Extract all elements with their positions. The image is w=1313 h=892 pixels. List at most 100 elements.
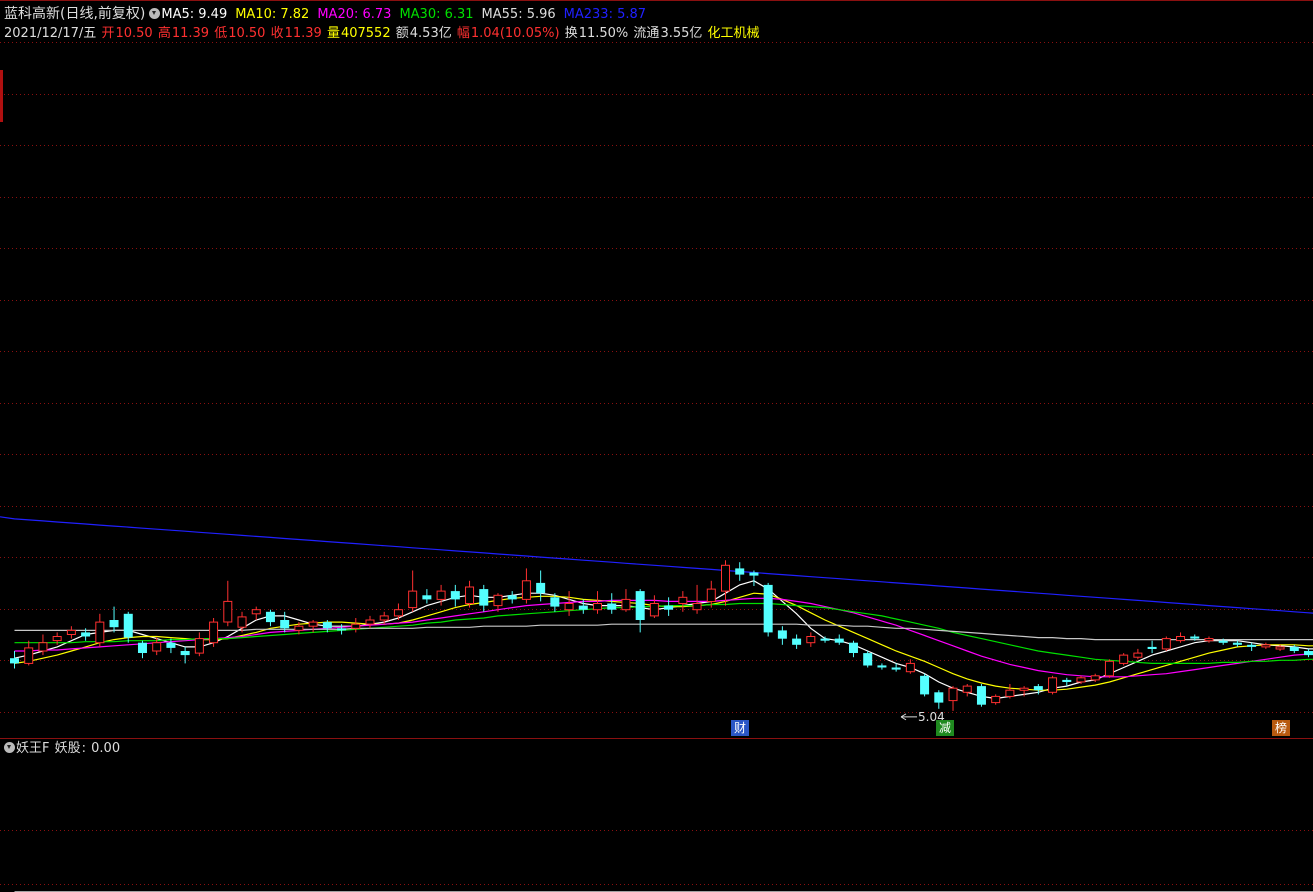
candle-body-down xyxy=(137,642,147,653)
ma-lines xyxy=(0,516,1313,700)
candle xyxy=(607,593,617,614)
candle-body-down xyxy=(1247,644,1257,647)
candle xyxy=(10,651,19,669)
candle-body-up xyxy=(1005,689,1015,697)
candle xyxy=(166,638,176,654)
candle xyxy=(905,659,915,674)
volume-label: 量 xyxy=(326,26,340,41)
candle-body-down xyxy=(1062,679,1072,682)
candle xyxy=(251,606,261,620)
turnover-label: 换 xyxy=(564,26,578,41)
candle-body-up xyxy=(1176,636,1186,642)
candle-body-down xyxy=(1304,651,1313,656)
candle xyxy=(1119,653,1129,666)
candle xyxy=(635,589,645,633)
price-grid xyxy=(0,0,1313,885)
candle-body-down xyxy=(763,584,773,633)
marker-list[interactable]: 榜 xyxy=(1272,720,1291,736)
price-annotations: 11.395.04 xyxy=(900,710,945,724)
candle-body-down xyxy=(280,620,290,629)
candle-body-up xyxy=(706,588,716,602)
candle-body-down xyxy=(450,591,460,600)
header-line-2: 2021/12/17/五 开10.50 高11.39 低10.50 收11.39… xyxy=(4,26,761,42)
candle xyxy=(920,673,930,697)
candle xyxy=(422,589,432,604)
candle xyxy=(393,603,403,620)
candle-body-down xyxy=(792,638,802,645)
candle-body-down xyxy=(422,595,432,600)
quote-date: 2021/12/17/五 xyxy=(4,26,97,41)
candle-body-down xyxy=(735,568,745,575)
candle xyxy=(351,618,361,633)
indicator-label: 妖股 xyxy=(54,741,81,756)
candle xyxy=(962,684,972,697)
candle-body-down xyxy=(848,642,858,653)
candle xyxy=(1247,642,1257,651)
candle-body-up xyxy=(721,564,730,592)
candle-body-down xyxy=(578,605,588,610)
pane-separator[interactable] xyxy=(0,738,1313,739)
candle-body-up xyxy=(593,603,603,611)
candle xyxy=(465,580,475,608)
candle-body-up xyxy=(393,609,403,617)
candle-body-down xyxy=(1218,640,1228,643)
candle xyxy=(24,640,34,666)
candle xyxy=(1005,684,1015,699)
candle-body-up xyxy=(194,638,204,654)
indicator-dropdown-icon[interactable] xyxy=(4,742,15,753)
candle-body-up xyxy=(692,603,702,611)
candle xyxy=(1104,659,1114,678)
candle-body-down xyxy=(891,667,901,670)
candle-body-down xyxy=(123,613,133,638)
candle xyxy=(792,634,802,649)
candle-body-up xyxy=(223,600,233,623)
candle-body-up xyxy=(52,636,62,642)
marker-finance[interactable]: 财 xyxy=(731,720,750,736)
marker-finance-text: 财 xyxy=(734,721,747,735)
candle xyxy=(721,560,730,606)
candle-body-up xyxy=(436,590,446,600)
indicator-line xyxy=(14,891,1313,892)
close-label: 收 xyxy=(270,26,284,41)
candle-body-down xyxy=(507,595,517,600)
candle-body-up xyxy=(294,625,304,631)
candle-body-up xyxy=(1204,638,1214,642)
ma-label-ma233: MA233: 5.87 xyxy=(563,7,647,22)
candle-body-up xyxy=(365,619,375,625)
candle-body-down xyxy=(820,638,830,641)
candle-body-up xyxy=(564,603,574,611)
candle-body-up xyxy=(493,594,503,607)
stock-name: 蓝科高新(日线,前复权) xyxy=(4,6,146,22)
candle-body-down xyxy=(550,597,560,607)
candle xyxy=(265,609,275,627)
candle xyxy=(834,634,844,645)
low-value: 10.50 xyxy=(228,26,266,41)
candle-body-up xyxy=(991,695,1001,704)
ma-label-ma20: MA20: 6.73 xyxy=(317,7,392,22)
turnover-value: 11.50% xyxy=(578,26,629,41)
candle-body-down xyxy=(607,603,617,610)
ma-label-ma10: MA10: 7.82 xyxy=(235,7,310,22)
candle xyxy=(593,591,603,614)
candle-body-up xyxy=(1104,660,1114,677)
candle-body-down xyxy=(834,638,844,643)
indicator-header: 妖王F 妖股: 0.00 xyxy=(4,741,121,757)
candle-body-up xyxy=(408,590,418,609)
candle xyxy=(66,626,76,639)
candle-body-up xyxy=(1133,652,1143,658)
candle-body-down xyxy=(166,642,176,648)
candle xyxy=(521,568,531,604)
candle-body-up xyxy=(251,609,261,615)
candle-body-up xyxy=(521,580,531,600)
candle-body-down xyxy=(479,589,489,606)
candle-body-up xyxy=(379,615,389,621)
dropdown-circle-icon[interactable] xyxy=(149,8,161,19)
kline-chart[interactable]: 11.395.04 xyxy=(0,0,1313,892)
left-edge-mark xyxy=(0,70,3,122)
candle-body-down xyxy=(863,653,873,666)
candles xyxy=(10,560,1313,711)
candle-body-up xyxy=(351,623,361,629)
marker-reduce[interactable]: 减 xyxy=(936,720,955,736)
candle-body-up xyxy=(649,603,659,617)
marker-list-text: 榜 xyxy=(1275,721,1288,735)
